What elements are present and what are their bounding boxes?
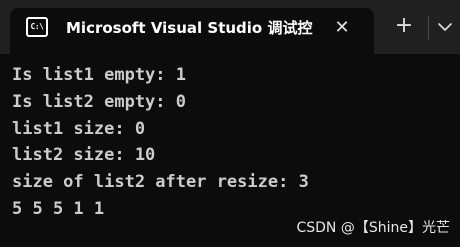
console-line: Is list1 empty: 1 [12, 65, 186, 85]
close-tab-icon[interactable]: ✕ [330, 16, 354, 40]
title-bar: C:\ Microsoft Visual Studio 调试控 ✕ + [0, 0, 460, 54]
tab-title: Microsoft Visual Studio 调试控 [66, 19, 313, 37]
console-line: size of list2 after resize: 3 [12, 172, 309, 193]
console-line: list2 size: 10 [12, 145, 156, 166]
console-line: Is list2 empty: 0 [12, 91, 186, 112]
console-output: Is list1 empty: 1 Is list2 empty: 0 list… [12, 62, 452, 223]
watermark: CSDN @【Shine】光芒 [296, 220, 450, 236]
titlebar-divider [428, 16, 429, 40]
console-app-icon: C:\ [26, 17, 48, 37]
new-tab-button[interactable]: + [390, 12, 418, 40]
tab-debug-console[interactable]: C:\ Microsoft Visual Studio 调试控 ✕ [10, 8, 374, 54]
console-line: list1 size: 0 [12, 118, 146, 139]
chevron-down-icon[interactable] [434, 14, 456, 38]
